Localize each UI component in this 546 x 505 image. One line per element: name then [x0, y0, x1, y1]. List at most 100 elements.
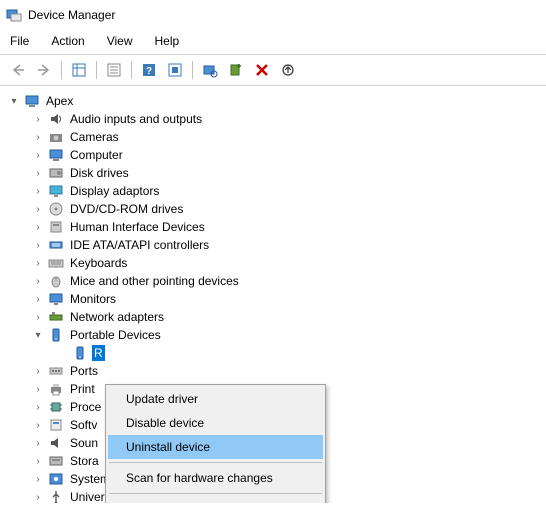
- tree-device[interactable]: R: [2, 344, 544, 362]
- menu-view[interactable]: View: [103, 32, 137, 50]
- toolbar-separator: [192, 61, 193, 79]
- category-label: Proce: [68, 399, 103, 415]
- tree-category[interactable]: › Ports: [2, 362, 544, 380]
- device-label: R: [92, 345, 105, 361]
- category-label: Human Interface Devices: [68, 219, 207, 235]
- ctx-properties[interactable]: Properties: [108, 497, 323, 503]
- chevron-right-icon[interactable]: ›: [32, 132, 44, 143]
- device-tree[interactable]: ▾ Apex › Audio inputs and outputs › Cameras…: [0, 86, 546, 503]
- back-button[interactable]: [6, 59, 30, 81]
- menu-file[interactable]: File: [6, 32, 33, 50]
- action-button[interactable]: [163, 59, 187, 81]
- properties-button[interactable]: [102, 59, 126, 81]
- category-label: DVD/CD-ROM drives: [68, 201, 185, 217]
- portable-icon: [48, 327, 64, 343]
- tree-category[interactable]: ▾Portable Devices: [2, 326, 544, 344]
- category-label: Disk drives: [68, 165, 131, 181]
- chevron-down-icon[interactable]: ▾: [32, 330, 44, 341]
- portable-icon: [72, 345, 88, 361]
- tree-category[interactable]: ›Computer: [2, 146, 544, 164]
- add-legacy-button[interactable]: [224, 59, 248, 81]
- toolbar-separator: [96, 61, 97, 79]
- system-icon: [48, 471, 64, 487]
- tree-category[interactable]: › Mice and other pointing devices: [2, 272, 544, 290]
- category-label: Softv: [68, 417, 99, 433]
- ctx-update-driver[interactable]: Update driver: [108, 387, 323, 411]
- ctx-scan-hardware[interactable]: Scan for hardware changes: [108, 466, 323, 490]
- toolbar: ?: [0, 55, 546, 86]
- tree-category[interactable]: › Human Interface Devices: [2, 218, 544, 236]
- tree-category[interactable]: › Disk drives: [2, 164, 544, 182]
- chevron-right-icon[interactable]: ›: [32, 186, 44, 197]
- update-driver-button[interactable]: [276, 59, 300, 81]
- category-label: Mice and other pointing devices: [68, 273, 241, 289]
- chevron-right-icon[interactable]: ›: [32, 474, 44, 485]
- tree-category[interactable]: › IDE ATA/ATAPI controllers: [2, 236, 544, 254]
- software-icon: [48, 417, 64, 433]
- keyboard-icon: [48, 255, 64, 271]
- menu-action[interactable]: Action: [47, 32, 88, 50]
- tree-category[interactable]: › Keyboards: [2, 254, 544, 272]
- chevron-right-icon[interactable]: ›: [32, 402, 44, 413]
- svg-text:?: ?: [146, 66, 152, 77]
- chevron-right-icon[interactable]: ›: [32, 438, 44, 449]
- chevron-right-icon[interactable]: ›: [32, 204, 44, 215]
- ctx-uninstall-device[interactable]: Uninstall device: [108, 435, 323, 459]
- uninstall-button[interactable]: [250, 59, 274, 81]
- tree-category[interactable]: › Display adaptors: [2, 182, 544, 200]
- chevron-right-icon[interactable]: ›: [32, 150, 44, 161]
- context-menu-separator: [109, 493, 322, 494]
- category-label: Network adapters: [68, 309, 166, 325]
- chevron-right-icon[interactable]: ›: [32, 114, 44, 125]
- chevron-right-icon[interactable]: ›: [32, 168, 44, 179]
- menu-help[interactable]: Help: [151, 32, 184, 50]
- monitor-icon: [48, 291, 64, 307]
- sound-icon: [48, 435, 64, 451]
- forward-button[interactable]: [32, 59, 56, 81]
- chevron-right-icon[interactable]: ›: [32, 456, 44, 467]
- category-label: Cameras: [68, 129, 121, 145]
- chevron-right-icon[interactable]: ›: [32, 492, 44, 503]
- category-label: Ports: [68, 363, 100, 379]
- chevron-down-icon[interactable]: ▾: [8, 96, 20, 107]
- tree-category[interactable]: › Audio inputs and outputs: [2, 110, 544, 128]
- category-label: Audio inputs and outputs: [68, 111, 204, 127]
- show-hide-button[interactable]: [67, 59, 91, 81]
- chevron-right-icon[interactable]: ›: [32, 222, 44, 233]
- hid-icon: [48, 219, 64, 235]
- root-label: Apex: [44, 93, 75, 109]
- category-label: Display adaptors: [68, 183, 161, 199]
- usb-icon: [48, 489, 64, 503]
- ide-icon: [48, 237, 64, 253]
- category-label: IDE ATA/ATAPI controllers: [68, 237, 211, 253]
- chevron-right-icon[interactable]: ›: [32, 384, 44, 395]
- printer-icon: [48, 381, 64, 397]
- help-button[interactable]: ?: [137, 59, 161, 81]
- chevron-right-icon[interactable]: ›: [32, 420, 44, 431]
- chevron-right-icon[interactable]: ›: [32, 294, 44, 305]
- app-icon: [6, 7, 22, 23]
- category-label: Monitors: [68, 291, 118, 307]
- window-title: Device Manager: [28, 8, 115, 22]
- tree-category[interactable]: › Monitors: [2, 290, 544, 308]
- tree-category[interactable]: › Network adapters: [2, 308, 544, 326]
- computer-icon: [48, 147, 64, 163]
- category-label: Stora: [68, 453, 101, 469]
- tree-root[interactable]: ▾ Apex: [2, 92, 544, 110]
- computer-icon: [24, 93, 40, 109]
- category-label: Soun: [68, 435, 100, 451]
- chevron-right-icon[interactable]: ›: [32, 240, 44, 251]
- disk-icon: [48, 165, 64, 181]
- tree-category[interactable]: › DVD/CD-ROM drives: [2, 200, 544, 218]
- category-label: Keyboards: [68, 255, 129, 271]
- chevron-right-icon[interactable]: ›: [32, 366, 44, 377]
- category-label: Print: [68, 381, 97, 397]
- audio-icon: [48, 111, 64, 127]
- chevron-right-icon[interactable]: ›: [32, 276, 44, 287]
- ports-icon: [48, 363, 64, 379]
- scan-button[interactable]: [198, 59, 222, 81]
- tree-category[interactable]: › Cameras: [2, 128, 544, 146]
- chevron-right-icon[interactable]: ›: [32, 258, 44, 269]
- ctx-disable-device[interactable]: Disable device: [108, 411, 323, 435]
- chevron-right-icon[interactable]: ›: [32, 312, 44, 323]
